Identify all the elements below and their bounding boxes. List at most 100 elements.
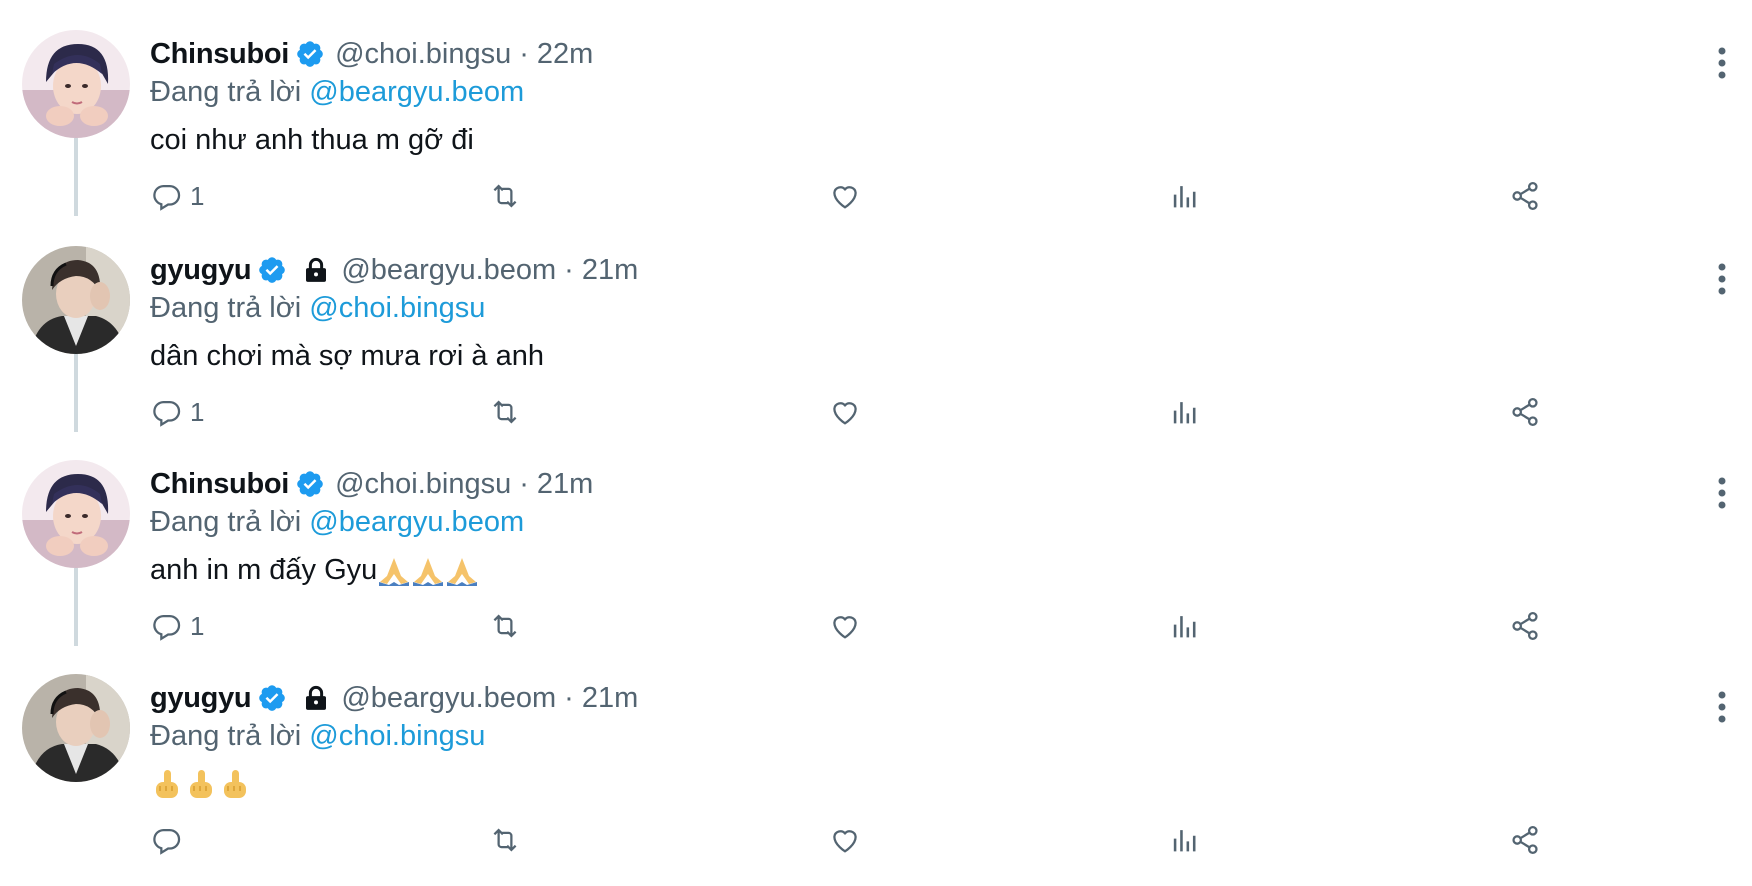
retweet-icon: [493, 828, 517, 852]
tweet-body: anh in m đấy Gyu: [150, 554, 479, 587]
share-button[interactable]: [1508, 176, 1542, 216]
action-bar: 1: [150, 176, 1710, 216]
action-bar: 1: [150, 606, 1710, 646]
reply-prefix: Đang trả lời: [150, 506, 302, 538]
timestamp[interactable]: 21m: [582, 254, 638, 287]
retweet-button[interactable]: [488, 392, 522, 432]
more-options-icon[interactable]: [1712, 690, 1732, 724]
timestamp[interactable]: 21m: [582, 682, 638, 715]
separator: ·: [564, 253, 574, 286]
retweet-button[interactable]: [488, 606, 522, 646]
separator: ·: [564, 681, 574, 714]
share-icon: [1512, 181, 1538, 211]
share-icon: [1512, 825, 1538, 855]
retweet-icon: [493, 400, 517, 424]
verified-badge-icon: [259, 685, 286, 711]
avatar[interactable]: [22, 246, 130, 354]
retweet-button[interactable]: [488, 820, 522, 860]
tweet-header: gyugyu @beargyu.beom · 21m: [150, 252, 638, 288]
reply-prefix: Đang trả lời: [150, 76, 302, 108]
tweet-text: anh in m đấy Gyu: [150, 554, 378, 586]
reply-count: 1: [190, 610, 205, 641]
replying-to: Đang trả lời @choi.bingsu: [150, 720, 485, 753]
views-icon: [1173, 402, 1196, 424]
lock-icon: [306, 257, 327, 282]
avatar[interactable]: [22, 30, 130, 138]
praying-hands-emoji-row: [377, 556, 479, 587]
action-bar: [150, 820, 1710, 860]
views-button[interactable]: [1168, 820, 1202, 860]
separator: ·: [519, 37, 529, 70]
reply-count: 1: [190, 396, 205, 427]
like-icon: [833, 186, 857, 209]
user-handle[interactable]: @beargyu.beom: [341, 682, 556, 715]
replying-to: Đang trả lời @choi.bingsu: [150, 292, 485, 325]
like-button[interactable]: [828, 606, 862, 646]
mention-link[interactable]: @beargyu.beom: [309, 506, 524, 538]
display-name[interactable]: gyugyu: [150, 682, 252, 715]
reply-button[interactable]: [150, 820, 190, 860]
user-handle[interactable]: @choi.bingsu: [335, 38, 511, 71]
tweet[interactable]: gyugyu @beargyu.beom · 21m Đang trả lời …: [0, 670, 1752, 886]
like-button[interactable]: [828, 176, 862, 216]
share-button[interactable]: [1508, 392, 1542, 432]
user-handle[interactable]: @beargyu.beom: [341, 254, 556, 287]
tweet[interactable]: gyugyu @beargyu.beom · 21m Đang trả lời …: [0, 242, 1752, 458]
tweet-body: [150, 768, 252, 802]
praying-hands-icon: [379, 558, 410, 587]
tweet[interactable]: Chinsuboi @choi.bingsu · 22m Đang trả lờ…: [0, 26, 1752, 242]
views-icon: [1173, 830, 1196, 852]
retweet-button[interactable]: [488, 176, 522, 216]
views-button[interactable]: [1168, 176, 1202, 216]
like-button[interactable]: [828, 392, 862, 432]
share-button[interactable]: [1508, 820, 1542, 860]
reply-count: 1: [190, 180, 205, 211]
tweet-header: Chinsuboi @choi.bingsu · 22m: [150, 36, 593, 72]
display-name[interactable]: Chinsuboi: [150, 468, 289, 501]
verified-badge-icon: [297, 41, 323, 67]
verified-badge-icon: [259, 257, 286, 283]
like-icon: [833, 402, 857, 425]
hand-gesture-emoji-row: [150, 768, 252, 802]
mention-link[interactable]: @choi.bingsu: [309, 292, 485, 324]
tweet-text: coi như anh thua m gỡ đi: [150, 124, 474, 156]
reply-icon: [153, 614, 181, 641]
user-handle[interactable]: @choi.bingsu: [335, 468, 511, 501]
like-icon: [833, 616, 857, 639]
avatar[interactable]: [22, 460, 130, 568]
reply-button[interactable]: 1: [150, 606, 204, 646]
more-options-icon[interactable]: [1712, 476, 1732, 510]
replying-to: Đang trả lời @beargyu.beom: [150, 506, 524, 539]
share-button[interactable]: [1508, 606, 1542, 646]
tweet[interactable]: Chinsuboi @choi.bingsu · 21m Đang trả lờ…: [0, 456, 1752, 672]
verified-badge-icon: [297, 471, 323, 497]
share-icon: [1512, 397, 1538, 427]
reply-button[interactable]: 1: [150, 392, 204, 432]
views-button[interactable]: [1168, 392, 1202, 432]
avatar[interactable]: [22, 674, 130, 782]
hand-gesture-icon: [156, 770, 178, 799]
more-options-icon[interactable]: [1712, 46, 1732, 80]
timestamp[interactable]: 22m: [537, 38, 593, 71]
display-name[interactable]: Chinsuboi: [150, 38, 289, 71]
tweet-text: dân chơi mà sợ mưa rơi à anh: [150, 340, 545, 372]
more-options-icon[interactable]: [1712, 262, 1732, 296]
like-icon: [833, 830, 857, 853]
views-button[interactable]: [1168, 606, 1202, 646]
hand-gesture-icon: [224, 770, 246, 799]
display-name[interactable]: gyugyu: [150, 254, 252, 287]
like-button[interactable]: [828, 820, 862, 860]
reply-prefix: Đang trả lời: [150, 720, 302, 752]
retweet-icon: [493, 614, 517, 638]
reply-button[interactable]: 1: [150, 176, 204, 216]
share-icon: [1512, 611, 1538, 641]
hand-gesture-icon: [190, 770, 212, 799]
mention-link[interactable]: @choi.bingsu: [309, 720, 485, 752]
views-icon: [1173, 186, 1196, 208]
reply-icon: [153, 828, 181, 855]
mention-link[interactable]: @beargyu.beom: [309, 76, 524, 108]
replying-to: Đang trả lời @beargyu.beom: [150, 76, 524, 109]
timestamp[interactable]: 21m: [537, 468, 593, 501]
reply-icon: [153, 400, 181, 427]
lock-icon: [306, 685, 327, 710]
